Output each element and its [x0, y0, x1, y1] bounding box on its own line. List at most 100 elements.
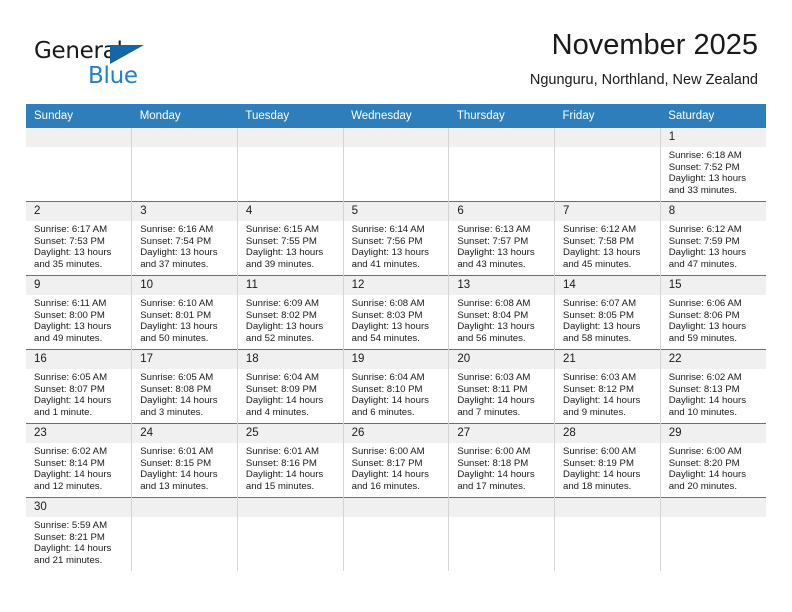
day-cell[interactable]: 3 Sunrise: 6:16 AM Sunset: 7:54 PM Daylight… [131, 201, 238, 276]
daylight-text-line1: Daylight: 13 hours [668, 321, 747, 333]
sunset-text: Sunset: 7:57 PM [457, 235, 529, 247]
day-sun-info: Sunrise: 6:02 AM Sunset: 8:13 PM Daylight:… [661, 369, 766, 419]
sunrise-text: Sunrise: 6:14 AM [351, 224, 425, 235]
daylight-text-line1: Daylight: 13 hours [668, 173, 747, 185]
day-cell[interactable]: 16 Sunrise: 6:05 AM Sunset: 8:07 PM Dayligh… [26, 349, 133, 424]
sunrise-text: Sunrise: 6:16 AM [140, 224, 214, 235]
sunset-text: Sunset: 8:15 PM [140, 457, 212, 469]
day-cell[interactable]: 5 Sunrise: 6:14 AM Sunset: 7:56 PM Daylight… [342, 201, 450, 276]
daylight-text-line1: Daylight: 13 hours [457, 321, 535, 333]
day-cell[interactable]: 15 Sunrise: 6:06 AM Sunset: 8:06 PM Dayligh… [659, 275, 766, 350]
sunset-text: Sunset: 8:16 PM [245, 457, 317, 469]
day-cell[interactable]: 10 Sunrise: 6:10 AM Sunset: 8:01 PM Dayligh… [131, 275, 238, 350]
sunrise-text: Sunrise: 6:11 AM [34, 298, 107, 309]
day-cell[interactable]: 30 Sunrise: 5:59 AM Sunset: 8:21 PM Dayligh… [26, 497, 133, 571]
day-sun-info: Sunrise: 6:12 AM Sunset: 7:59 PM Daylight:… [661, 221, 766, 271]
sunset-text: Sunset: 8:19 PM [563, 457, 634, 469]
day-number [555, 128, 660, 147]
sunrise-text: Sunrise: 6:03 AM [563, 372, 637, 383]
logo-text-blue: Blue [88, 63, 138, 89]
day-cell[interactable]: 13 Sunrise: 6:08 AM Sunset: 8:04 PM Dayligh… [448, 275, 556, 350]
day-cell[interactable]: 17 Sunrise: 6:05 AM Sunset: 8:08 PM Dayligh… [131, 349, 238, 424]
day-sun-info: Sunrise: 6:10 AM Sunset: 8:01 PM Daylight:… [132, 295, 237, 345]
daylight-text-line2: and 47 minutes. [668, 259, 737, 271]
day-sun-info: Sunrise: 6:08 AM Sunset: 8:04 PM Daylight:… [449, 295, 554, 345]
day-cell-empty [448, 128, 556, 202]
day-number: 18 [237, 350, 343, 369]
day-cell[interactable]: 7 Sunrise: 6:12 AM Sunset: 7:58 PM Daylight… [554, 201, 661, 276]
sunset-text: Sunset: 8:14 PM [34, 457, 105, 469]
calendar-week-row: 30 Sunrise: 5:59 AM Sunset: 8:21 PM Dayligh… [26, 497, 766, 571]
day-cell[interactable]: 27 Sunrise: 6:00 AM Sunset: 8:18 PM Dayligh… [448, 423, 556, 498]
daylight-text-line2: and 21 minutes. [34, 555, 103, 567]
calendar-week-row: 1 Sunrise: 6:18 AM Sunset: 7:52 PM Daylight… [26, 128, 766, 202]
day-cell[interactable]: 21 Sunrise: 6:03 AM Sunset: 8:12 PM Dayligh… [554, 349, 661, 424]
sunrise-text: Sunrise: 6:10 AM [140, 298, 214, 309]
sunset-text: Sunset: 8:02 PM [245, 309, 317, 321]
day-cell[interactable]: 19 Sunrise: 6:04 AM Sunset: 8:10 PM Dayligh… [342, 349, 450, 424]
calendar-week-row: 9 Sunrise: 6:11 AM Sunset: 8:00 PM Daylight… [26, 275, 766, 350]
sunrise-text: Sunrise: 6:00 AM [457, 446, 531, 457]
day-number: 16 [26, 350, 132, 369]
day-number: 12 [343, 276, 449, 295]
daylight-text-line2: and 18 minutes. [563, 481, 632, 493]
day-cell[interactable]: 22 Sunrise: 6:02 AM Sunset: 8:13 PM Dayligh… [659, 349, 766, 424]
daylight-text-line2: and 52 minutes. [245, 333, 315, 345]
day-cell-empty [342, 497, 450, 571]
day-cell[interactable]: 1 Sunrise: 6:18 AM Sunset: 7:52 PM Daylight… [659, 128, 766, 202]
day-cell-empty [659, 497, 766, 571]
day-number: 24 [132, 424, 237, 443]
daylight-text-line2: and 39 minutes. [245, 259, 315, 271]
sunrise-text: Sunrise: 6:03 AM [457, 372, 531, 383]
day-cell[interactable]: 12 Sunrise: 6:08 AM Sunset: 8:03 PM Dayligh… [342, 275, 450, 350]
daylight-text-line1: Daylight: 13 hours [34, 321, 112, 333]
daylight-text-line2: and 45 minutes. [563, 259, 632, 271]
day-cell[interactable]: 24 Sunrise: 6:01 AM Sunset: 8:15 PM Dayligh… [131, 423, 238, 498]
sunset-text: Sunset: 7:58 PM [563, 235, 634, 247]
day-cell[interactable]: 26 Sunrise: 6:00 AM Sunset: 8:17 PM Dayligh… [342, 423, 450, 498]
day-number: 30 [26, 498, 132, 517]
day-number [343, 128, 449, 147]
sunrise-text: Sunrise: 6:00 AM [668, 446, 742, 457]
day-cell[interactable]: 9 Sunrise: 6:11 AM Sunset: 8:00 PM Daylight… [26, 275, 133, 350]
daylight-text-line2: and 3 minutes. [140, 407, 204, 419]
day-sun-info: Sunrise: 6:15 AM Sunset: 7:55 PM Daylight:… [238, 221, 343, 271]
day-cell[interactable]: 25 Sunrise: 6:01 AM Sunset: 8:16 PM Dayligh… [236, 423, 344, 498]
daylight-text-line2: and 54 minutes. [351, 333, 420, 345]
day-cell[interactable]: 18 Sunrise: 6:04 AM Sunset: 8:09 PM Dayligh… [236, 349, 344, 424]
sunrise-text: Sunrise: 6:08 AM [457, 298, 531, 309]
day-cell[interactable]: 28 Sunrise: 6:00 AM Sunset: 8:19 PM Dayligh… [554, 423, 661, 498]
day-sun-info: Sunrise: 6:13 AM Sunset: 7:57 PM Daylight:… [449, 221, 554, 271]
daylight-text-line1: Daylight: 14 hours [34, 469, 112, 481]
day-cell[interactable]: 20 Sunrise: 6:03 AM Sunset: 8:11 PM Dayligh… [448, 349, 556, 424]
sunrise-text: Sunrise: 6:04 AM [351, 372, 425, 383]
calendar-week-row: 2 Sunrise: 6:17 AM Sunset: 7:53 PM Daylight… [26, 201, 766, 276]
day-cell-empty [131, 128, 238, 202]
day-cell[interactable]: 29 Sunrise: 6:00 AM Sunset: 8:20 PM Dayligh… [659, 423, 766, 498]
day-cell[interactable]: 23 Sunrise: 6:02 AM Sunset: 8:14 PM Dayligh… [26, 423, 133, 498]
daylight-text-line1: Daylight: 13 hours [668, 247, 747, 259]
day-sun-info: Sunrise: 6:09 AM Sunset: 8:02 PM Daylight:… [238, 295, 343, 345]
sunrise-text: Sunrise: 6:04 AM [245, 372, 319, 383]
daylight-text-line2: and 41 minutes. [351, 259, 420, 271]
day-number [555, 498, 660, 517]
day-cell[interactable]: 8 Sunrise: 6:12 AM Sunset: 7:59 PM Daylight… [659, 201, 766, 276]
sunrise-text: Sunrise: 6:18 AM [668, 150, 742, 161]
day-cell[interactable]: 4 Sunrise: 6:15 AM Sunset: 7:55 PM Daylight… [236, 201, 344, 276]
day-cell[interactable]: 11 Sunrise: 6:09 AM Sunset: 8:02 PM Dayligh… [236, 275, 344, 350]
daylight-text-line1: Daylight: 14 hours [457, 469, 535, 481]
general-blue-logo[interactable]: General Blue [34, 38, 164, 90]
day-number [237, 498, 343, 517]
day-number: 11 [237, 276, 343, 295]
daylight-text-line2: and 56 minutes. [457, 333, 526, 345]
day-number: 22 [660, 350, 766, 369]
day-sun-info: Sunrise: 6:03 AM Sunset: 8:11 PM Daylight:… [449, 369, 554, 419]
calendar-week-row: 23 Sunrise: 6:02 AM Sunset: 8:14 PM Dayligh… [26, 423, 766, 498]
day-cell[interactable]: 6 Sunrise: 6:13 AM Sunset: 7:57 PM Daylight… [448, 201, 556, 276]
sunrise-text: Sunrise: 5:59 AM [34, 520, 108, 531]
day-number: 9 [26, 276, 132, 295]
day-cell[interactable]: 2 Sunrise: 6:17 AM Sunset: 7:53 PM Daylight… [26, 201, 133, 276]
day-cell[interactable]: 14 Sunrise: 6:07 AM Sunset: 8:05 PM Dayligh… [554, 275, 661, 350]
day-sun-info: Sunrise: 5:59 AM Sunset: 8:21 PM Daylight:… [26, 517, 131, 567]
calendar-body: 1 Sunrise: 6:18 AM Sunset: 7:52 PM Daylight… [26, 128, 766, 571]
